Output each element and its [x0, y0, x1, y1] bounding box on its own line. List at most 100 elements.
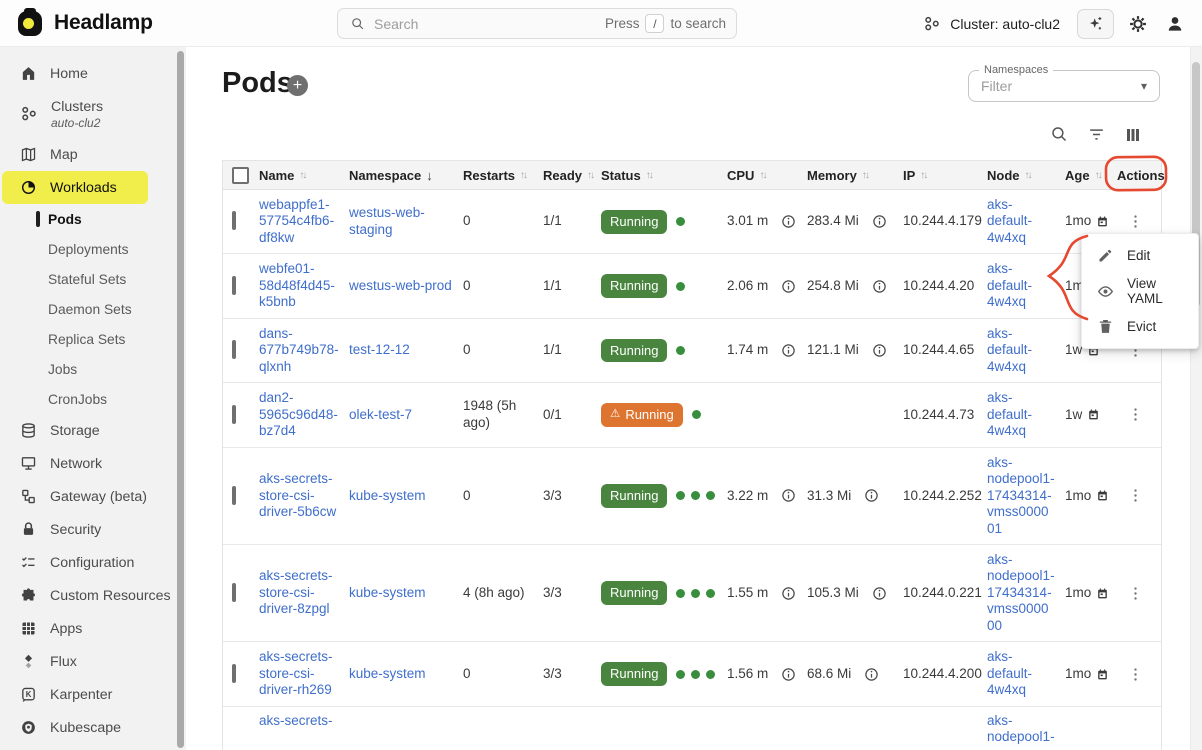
cluster-selector[interactable]: Cluster: auto-clu2: [923, 15, 1060, 33]
column-header-node: Node↑↓: [987, 168, 1065, 183]
sort-icon[interactable]: ↑↓: [1095, 170, 1101, 181]
sidebar-item-karpenter[interactable]: KKarpenter: [0, 678, 186, 711]
row-checkbox[interactable]: [232, 340, 236, 359]
sidebar-item-pods[interactable]: Pods: [0, 204, 186, 234]
sidebar-item-jobs[interactable]: Jobs: [0, 354, 186, 384]
container-ready-dot: [692, 410, 701, 419]
sidebar-item-deployments[interactable]: Deployments: [0, 234, 186, 264]
row-checkbox[interactable]: [232, 664, 236, 683]
namespace-link[interactable]: westus-web-prod: [349, 278, 453, 294]
pod-name-link[interactable]: webfe01-58d48f4d45-k5bnb: [259, 261, 339, 310]
pod-name-link[interactable]: dan2-5965c96d48-bz7d4: [259, 390, 339, 439]
row-checkbox[interactable]: [232, 583, 236, 602]
sidebar-item-configuration[interactable]: Configuration: [0, 546, 186, 579]
sidebar-item-apps[interactable]: Apps: [0, 612, 186, 645]
container-ready-dot: [676, 346, 685, 355]
columns-icon[interactable]: [1124, 126, 1142, 144]
menu-item-evict[interactable]: Evict: [1082, 312, 1198, 341]
create-pod-button[interactable]: +: [287, 75, 308, 96]
sidebar-item-stateful-sets[interactable]: Stateful Sets: [0, 264, 186, 294]
row-actions-button[interactable]: [1117, 487, 1153, 504]
table-row: webappfe1-57754c4fb6-df8kw westus-web-sta…: [223, 190, 1161, 254]
sidebar-item-security[interactable]: Security: [0, 513, 186, 546]
cpu-value: 1.56 m: [727, 666, 768, 682]
info-icon: [781, 343, 796, 358]
pod-name-link[interactable]: dans-677b749b78-qlxnh: [259, 326, 339, 375]
sidebar-item-gateway-beta[interactable]: Gateway (beta): [0, 480, 186, 513]
sidebar-item-home[interactable]: Home: [0, 57, 186, 90]
sidebar-item-daemon-sets[interactable]: Daemon Sets: [0, 294, 186, 324]
account-button[interactable]: [1162, 11, 1188, 37]
row-checkbox[interactable]: [232, 486, 236, 505]
sort-icon[interactable]: ↑↓: [920, 170, 926, 181]
filter-icon[interactable]: [1087, 125, 1106, 144]
namespace-link[interactable]: kube-system: [349, 666, 453, 682]
sidebar-item-cronjobs[interactable]: CronJobs: [0, 384, 186, 414]
sidebar-item-clusters[interactable]: Clustersauto-clu2: [0, 90, 186, 138]
row-actions-button[interactable]: [1117, 406, 1153, 423]
global-search[interactable]: Press / to search: [337, 8, 737, 39]
namespace-link[interactable]: kube-system: [349, 585, 453, 601]
namespace-link[interactable]: kube-system: [349, 488, 453, 504]
container-ready-dot: [676, 491, 685, 500]
sidebar-item-replica-sets[interactable]: Replica Sets: [0, 324, 186, 354]
ai-assistant-button[interactable]: [1077, 9, 1114, 39]
search-input[interactable]: [374, 16, 597, 32]
sort-icon[interactable]: ↑↓: [646, 170, 652, 181]
table-toolbar: [1050, 125, 1142, 144]
table-search-icon[interactable]: [1050, 125, 1069, 144]
row-checkbox[interactable]: [232, 211, 236, 230]
sidebar-item-storage[interactable]: Storage: [0, 414, 186, 447]
status-label: Running: [610, 585, 658, 601]
row-actions-button[interactable]: [1117, 213, 1153, 230]
namespace-filter[interactable]: Namespaces Filter ▾: [968, 70, 1160, 102]
pod-name-link[interactable]: aks-secrets-store-csi-driver-8zpgl: [259, 568, 339, 617]
sidebar-item-network[interactable]: Network: [0, 447, 186, 480]
sidebar-scrollbar[interactable]: [177, 51, 184, 748]
node-link[interactable]: aks-nodepool1-: [987, 713, 1055, 746]
sort-icon[interactable]: ↑↓: [1025, 170, 1031, 181]
sidebar-item-label: Replica Sets: [48, 332, 125, 347]
node-link[interactable]: aks-default-4w4xq: [987, 197, 1055, 246]
sidebar-item-kubescape[interactable]: Kubescape: [0, 711, 186, 744]
row-actions-button[interactable]: [1117, 666, 1153, 683]
sort-icon[interactable]: ↑↓: [520, 170, 526, 181]
select-all-checkbox[interactable]: [232, 167, 249, 184]
cpu-value: 1.74 m: [727, 342, 768, 358]
namespace-link[interactable]: olek-test-7: [349, 407, 453, 423]
column-label: Name: [259, 168, 294, 183]
sidebar-item-workloads[interactable]: Workloads: [2, 171, 148, 204]
pod-name-link[interactable]: aks-secrets-store-csi-driver-5b6cw: [259, 471, 339, 520]
sort-icon[interactable]: ↑↓: [587, 170, 593, 181]
node-link[interactable]: aks-default-4w4xq: [987, 390, 1055, 439]
sort-icon[interactable]: ↑↓: [299, 170, 305, 181]
column-header-name: Name ↑↓: [259, 168, 349, 183]
sidebar-item-map[interactable]: Map: [0, 138, 186, 171]
info-icon: [781, 214, 796, 229]
container-status-dots: [676, 670, 715, 679]
age-cell: 1mo: [1065, 585, 1117, 601]
sort-icon[interactable]: ↑↓: [759, 170, 765, 181]
row-checkbox[interactable]: [232, 405, 236, 424]
row-actions-button[interactable]: [1117, 585, 1153, 602]
sidebar-item-flux[interactable]: Flux: [0, 645, 186, 678]
node-link[interactable]: aks-default-4w4xq: [987, 261, 1055, 310]
pod-name-link[interactable]: aks-secrets-: [259, 713, 339, 729]
sort-desc-icon[interactable]: ↓: [426, 168, 433, 183]
menu-item-edit[interactable]: Edit: [1082, 241, 1198, 270]
node-link[interactable]: aks-nodepool1-17434314-vmss000001: [987, 455, 1055, 537]
pod-name-link[interactable]: aks-secrets-store-csi-driver-rh269: [259, 649, 339, 698]
namespace-link[interactable]: westus-web-staging: [349, 205, 453, 238]
selected-indicator: [36, 211, 40, 227]
menu-item-view-yaml[interactable]: View YAML: [1082, 270, 1198, 312]
node-link[interactable]: aks-nodepool1-17434314-vmss000000: [987, 552, 1055, 634]
node-link[interactable]: aks-default-4w4xq: [987, 326, 1055, 375]
sidebar-item-custom-resources[interactable]: Custom Resources: [0, 579, 186, 612]
sort-icon[interactable]: ↑↓: [862, 170, 868, 181]
pod-name-link[interactable]: webappfe1-57754c4fb6-df8kw: [259, 197, 339, 246]
node-link[interactable]: aks-default-4w4xq: [987, 649, 1055, 698]
namespace-link[interactable]: test-12-12: [349, 342, 453, 358]
settings-button[interactable]: [1125, 11, 1151, 37]
headlamp-logo[interactable]: Headlamp: [16, 8, 153, 38]
row-checkbox[interactable]: [232, 276, 236, 295]
